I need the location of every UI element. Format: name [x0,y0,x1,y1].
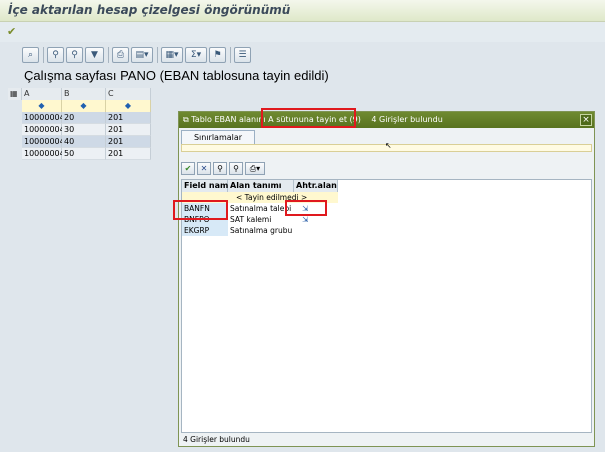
column-header[interactable]: C [106,88,151,100]
highlight-box [261,108,356,128]
diamond-icon[interactable]: ◆ [62,100,106,112]
tab-restrictions[interactable]: Sınırlamalar [181,130,255,144]
window-title: İçe aktarılan hesap çizelgesi öngörünümü [8,3,291,17]
cancel-icon[interactable]: ✕ [197,162,211,175]
print-icon[interactable]: ⎙ [112,47,129,63]
column-header-field-name[interactable]: Field name [182,180,234,192]
page-title: Çalışma sayfası PANO (EBAN tablosuna tay… [24,68,329,83]
highlight-box [173,200,228,220]
grid-cell[interactable]: 20 [62,112,106,124]
field-list: Field name Alan tanımı Ahtr.alan < Tayin… [181,179,592,433]
column-header-description[interactable]: Alan tanımı [228,180,294,192]
dialog-status: 4 Girişler bulundu [183,435,250,444]
cursor-icon: ↖ [385,141,392,150]
grid-cell[interactable]: 40 [62,136,106,148]
column-header[interactable]: A [22,88,62,100]
grid-cell[interactable]: 10000004 [22,124,65,136]
column-header-assigned[interactable]: Ahtr.alan [294,180,338,192]
highlight-box [285,200,327,216]
grid-cell[interactable]: 10000004 [22,136,65,148]
list-cell[interactable]: Satınalma grubu [228,225,294,236]
grid-cell[interactable]: 201 [106,112,151,124]
enter-icon[interactable]: ✔ [7,25,21,39]
dialog-title-suffix: 4 Girişler bulundu [371,115,443,124]
grid-cell[interactable]: 30 [62,124,106,136]
diamond-icon[interactable]: ◆ [106,100,151,112]
close-icon[interactable]: × [580,114,592,126]
grid-cell[interactable]: 201 [106,148,151,160]
layout-icon[interactable]: ▦▾ [161,47,183,63]
grid-cell[interactable]: 201 [106,136,151,148]
filter-icon[interactable]: ▼ [85,47,104,63]
dialog-title-prefix: Tablo EBAN alanını [191,115,266,124]
grid-corner-icon[interactable]: ▦ [8,88,22,100]
grid-cell[interactable]: 10000004 [22,148,65,160]
grid-cell[interactable]: 50 [62,148,106,160]
tab-strip: ↖ [181,141,592,152]
confirm-icon[interactable]: ✔ [181,162,195,175]
export-icon[interactable]: ▤▾ [131,47,153,63]
diamond-icon[interactable]: ◆ [22,100,62,112]
list-cell[interactable]: EKGRP [182,225,228,236]
standard-toolbar: ✔ [0,22,605,42]
search-icon[interactable]: ⌕ [22,47,39,63]
print-icon[interactable]: ⎙▾ [245,162,265,175]
find-icon[interactable]: ⚲ [213,162,227,175]
details-icon[interactable]: ☰ [234,47,251,63]
sum-icon[interactable]: Σ▾ [185,47,207,63]
application-toolbar: ⌕ ⚲ ⚲ ▼ ⎙ ▤▾ ▦▾ Σ▾ ⚑ ☰ [0,44,605,68]
column-header[interactable]: B [62,88,106,100]
window-titlebar: İçe aktarılan hesap çizelgesi öngörünümü [0,0,605,22]
grid-cell[interactable]: 201 [106,124,151,136]
assign-field-dialog: ⧉ Tablo EBAN alanını A sütununa tayin et… [178,111,595,447]
dialog-titlebar: ⧉ Tablo EBAN alanını A sütununa tayin et… [179,112,594,128]
find-next-icon[interactable]: ⚲ [229,162,243,175]
find-icon[interactable]: ⚲ [47,47,64,63]
grid-cell[interactable]: 10000004 [22,112,65,124]
flag-icon[interactable]: ⚑ [209,47,226,63]
find-next-icon[interactable]: ⚲ [66,47,83,63]
